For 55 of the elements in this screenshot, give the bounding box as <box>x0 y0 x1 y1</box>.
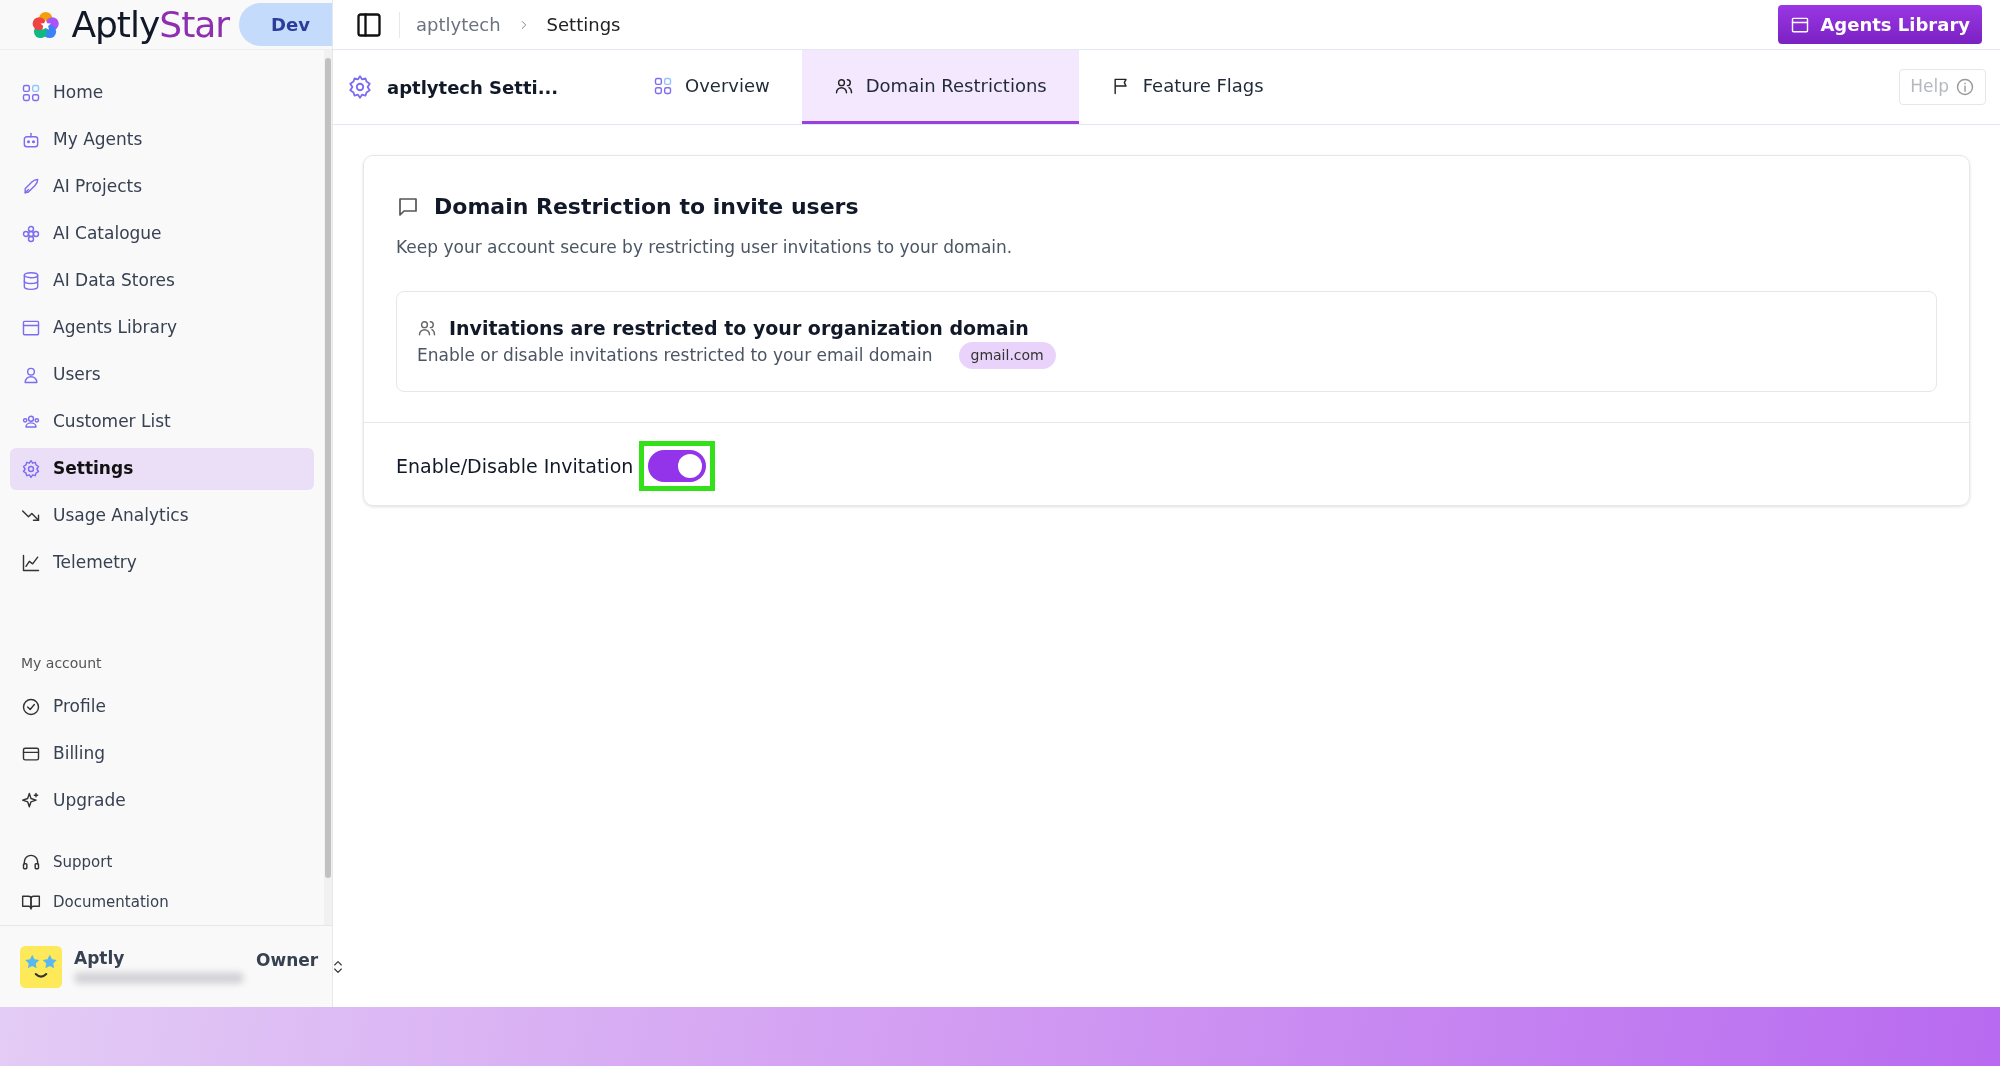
sidebar-item[interactable]: AI Projects <box>10 166 314 208</box>
breadcrumb-item[interactable]: aptlytech <box>416 11 501 38</box>
sparkle-icon <box>21 791 41 811</box>
page-title: aptlytech Setti... <box>387 75 559 100</box>
toggle-label: Enable/Disable Invitation <box>396 453 634 479</box>
tab[interactable]: Feature Flags <box>1078 50 1296 124</box>
sidebar-item[interactable]: AI Catalogue <box>10 213 314 255</box>
sidebar-item[interactable]: Upgrade <box>10 780 314 822</box>
section-heading: My account <box>20 654 103 673</box>
card-icon <box>21 744 41 764</box>
user-role: Owner <box>256 949 319 972</box>
sidebar-item[interactable]: Usage Analytics <box>10 495 314 537</box>
robot-icon <box>21 130 41 150</box>
book-icon <box>21 892 41 912</box>
sidebar-item[interactable]: Customer List <box>10 401 314 443</box>
sidebar-item[interactable]: Profile <box>10 686 314 728</box>
check-circle-icon <box>21 697 41 717</box>
gear-icon <box>21 459 41 479</box>
toggle-switch[interactable] <box>648 450 707 482</box>
sidebar-item[interactable]: Billing <box>10 733 314 775</box>
avatar <box>20 945 62 988</box>
scrollbar[interactable] <box>324 50 332 925</box>
tab[interactable]: Domain Restrictions <box>801 50 1079 124</box>
breadcrumb-item: Settings <box>546 13 621 37</box>
sidebar-item[interactable]: Users <box>10 354 314 396</box>
sidebar-item[interactable]: AI Data Stores <box>10 260 314 302</box>
gear-icon <box>347 74 373 100</box>
panel-icon <box>355 10 383 39</box>
info-icon <box>1955 77 1975 97</box>
grid-icon <box>21 83 41 103</box>
environment-badge: Dev <box>239 3 332 46</box>
tab[interactable]: Overview <box>621 50 802 124</box>
sidebar-item[interactable]: Home <box>10 72 314 114</box>
sidebar-toggle[interactable] <box>355 10 383 39</box>
info-text: Enable or disable invitations restricted to your email domain <box>417 343 933 367</box>
card-title: Domain Restriction to invite users <box>434 193 859 221</box>
sidebar-item[interactable]: Telemetry <box>10 542 314 584</box>
grid-icon <box>653 75 673 96</box>
database-icon <box>21 271 41 291</box>
card-description: Keep your account secure by restricting user invitations to your domain. <box>396 236 1014 259</box>
headset-icon <box>21 852 41 872</box>
logo-text: AptlyStar <box>71 6 230 43</box>
agents-library-button[interactable]: Agents Library <box>1778 5 1982 44</box>
line-chart-icon <box>21 553 41 573</box>
sidebar-item[interactable]: My Agents <box>10 119 314 161</box>
store-icon <box>21 318 41 338</box>
info-title: Invitations are restricted to your organization domain <box>449 315 1029 341</box>
user-icon <box>21 365 41 385</box>
sidebar-item[interactable]: Support <box>10 845 314 879</box>
sidebar-item[interactable]: Documentation <box>10 885 314 919</box>
sidebar-item[interactable]: Agents Library <box>10 307 314 349</box>
sidebar-item[interactable]: Settings <box>10 448 314 490</box>
user-name: Aptly <box>74 949 126 968</box>
domain-tag: gmail.com <box>958 342 1056 369</box>
flower-icon <box>21 224 41 244</box>
